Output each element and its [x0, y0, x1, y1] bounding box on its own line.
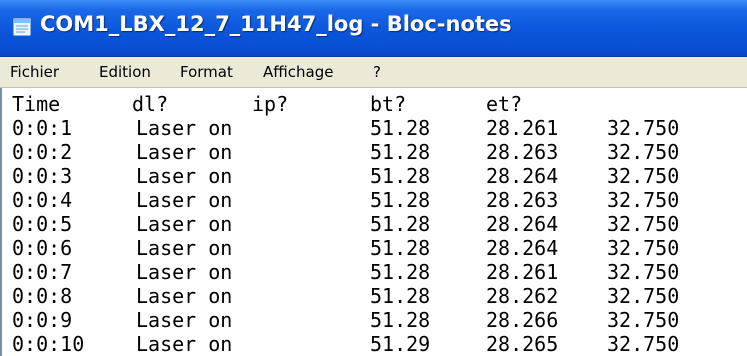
- log-cell: Laser on: [136, 116, 233, 140]
- menu-fichier[interactable]: Fichier: [10, 63, 59, 81]
- log-cell: 0:0:4: [12, 188, 73, 212]
- log-cell: 0:0:5: [12, 212, 73, 236]
- log-cell: Laser on: [136, 188, 233, 212]
- log-cell: 32.750: [607, 308, 680, 332]
- log-cell: Laser on: [136, 308, 233, 332]
- log-cell: 32.750: [607, 284, 680, 308]
- log-cell: Laser on: [136, 236, 233, 260]
- log-cell: 28.264: [486, 236, 559, 260]
- log-cell: 51.29: [370, 332, 431, 356]
- log-cell: 32.750: [607, 212, 680, 236]
- log-cell: 51.28: [370, 164, 431, 188]
- log-cell: 28.262: [486, 284, 559, 308]
- log-cell: 51.28: [370, 188, 431, 212]
- log-cell: 0:0:7: [12, 260, 73, 284]
- log-cell: 0:0:6: [12, 236, 73, 260]
- log-cell: 28.264: [486, 212, 559, 236]
- log-cell: Laser on: [136, 164, 233, 188]
- log-cell: 0:0:8: [12, 284, 73, 308]
- log-cell: Laser on: [136, 332, 233, 356]
- log-cell: 28.265: [486, 332, 559, 356]
- header-cell: et?: [486, 92, 523, 116]
- log-cell: 0:0:3: [12, 164, 73, 188]
- menu-bar: Fichier Edition Format Affichage ?: [0, 57, 747, 88]
- log-cell: 28.263: [486, 188, 559, 212]
- log-cell: Laser on: [136, 260, 233, 284]
- log-cell: 51.28: [370, 236, 431, 260]
- menu-help[interactable]: ?: [373, 63, 381, 81]
- log-cell: 51.28: [370, 140, 431, 164]
- header-cell: Time: [12, 92, 61, 116]
- log-cell: 51.28: [370, 284, 431, 308]
- log-cell: 32.750: [607, 116, 680, 140]
- title-bar[interactable]: COM1_LBX_12_7_11H47_log - Bloc-notes: [0, 0, 747, 57]
- log-cell: 32.750: [607, 188, 680, 212]
- log-cell: 51.28: [370, 212, 431, 236]
- window-title: COM1_LBX_12_7_11H47_log - Bloc-notes: [40, 12, 512, 36]
- log-cell: 28.261: [486, 260, 559, 284]
- log-cell: 32.750: [607, 332, 680, 356]
- log-cell: 32.750: [607, 164, 680, 188]
- log-cell: 28.261: [486, 116, 559, 140]
- text-editor-area[interactable]: Time dl? ip? bt? et? 0:0:1 Laser on 51.28 28.261…: [0, 88, 747, 356]
- log-cell: 0:0:9: [12, 308, 73, 332]
- log-cell: 28.264: [486, 164, 559, 188]
- notepad-window: COM1_LBX_12_7_11H47_log - Bloc-notes Fic…: [0, 0, 747, 356]
- log-cell: 0:0:1: [12, 116, 73, 140]
- log-cell: 28.263: [486, 140, 559, 164]
- header-cell: bt?: [370, 92, 407, 116]
- log-cell: 51.28: [370, 308, 431, 332]
- log-cell: 32.750: [607, 236, 680, 260]
- log-cell: 0:0:10: [12, 332, 85, 356]
- log-cell: 51.28: [370, 260, 431, 284]
- log-cell: 0:0:2: [12, 140, 73, 164]
- log-cell: 32.750: [607, 260, 680, 284]
- header-cell: dl?: [132, 92, 169, 116]
- header-cell: ip?: [252, 92, 289, 116]
- menu-affichage[interactable]: Affichage: [263, 63, 333, 81]
- log-cell: 32.750: [607, 140, 680, 164]
- notepad-icon: [12, 17, 32, 37]
- log-cell: Laser on: [136, 212, 233, 236]
- log-cell: Laser on: [136, 284, 233, 308]
- menu-format[interactable]: Format: [180, 63, 233, 81]
- log-cell: 51.28: [370, 116, 431, 140]
- log-cell: Laser on: [136, 140, 233, 164]
- log-cell: 28.266: [486, 308, 559, 332]
- menu-edition[interactable]: Edition: [99, 63, 151, 81]
